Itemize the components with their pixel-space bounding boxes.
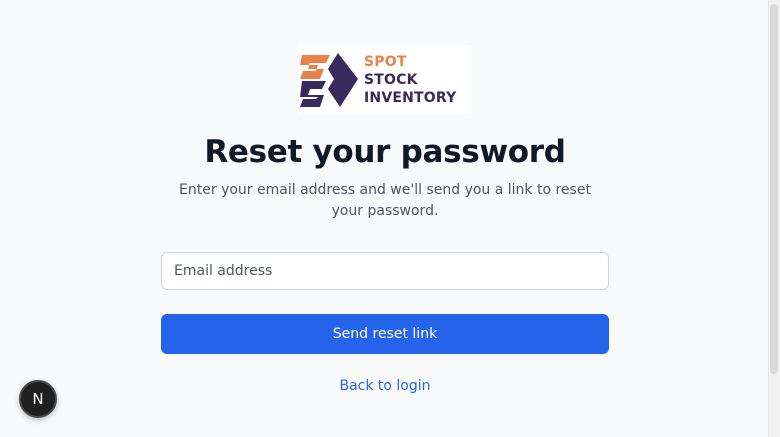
dev-tools-badge[interactable]: N — [19, 380, 57, 418]
scrollbar-thumb[interactable] — [770, 4, 778, 374]
email-input[interactable] — [161, 252, 609, 290]
send-reset-link-button[interactable]: Send reset link — [161, 314, 609, 354]
page: SPOT STOCK INVENTORY Reset your password… — [0, 0, 780, 437]
logo-line-spot: SPOT — [364, 53, 407, 70]
back-to-login-link[interactable]: Back to login — [0, 378, 770, 394]
page-title: Reset your password — [204, 134, 566, 170]
logo-line-stock: STOCK — [364, 71, 418, 88]
logo-line-inventory: INVENTORY — [364, 89, 457, 106]
page-subtitle: Enter your email address and we'll send … — [179, 182, 591, 219]
brand-logo: SPOT STOCK INVENTORY — [298, 45, 471, 114]
page-scrollbar[interactable] — [768, 0, 780, 437]
n-logo-icon: N — [32, 390, 44, 408]
logo-wordmark: SPOT STOCK INVENTORY — [364, 53, 456, 107]
logo-mark-icon — [300, 52, 358, 107]
